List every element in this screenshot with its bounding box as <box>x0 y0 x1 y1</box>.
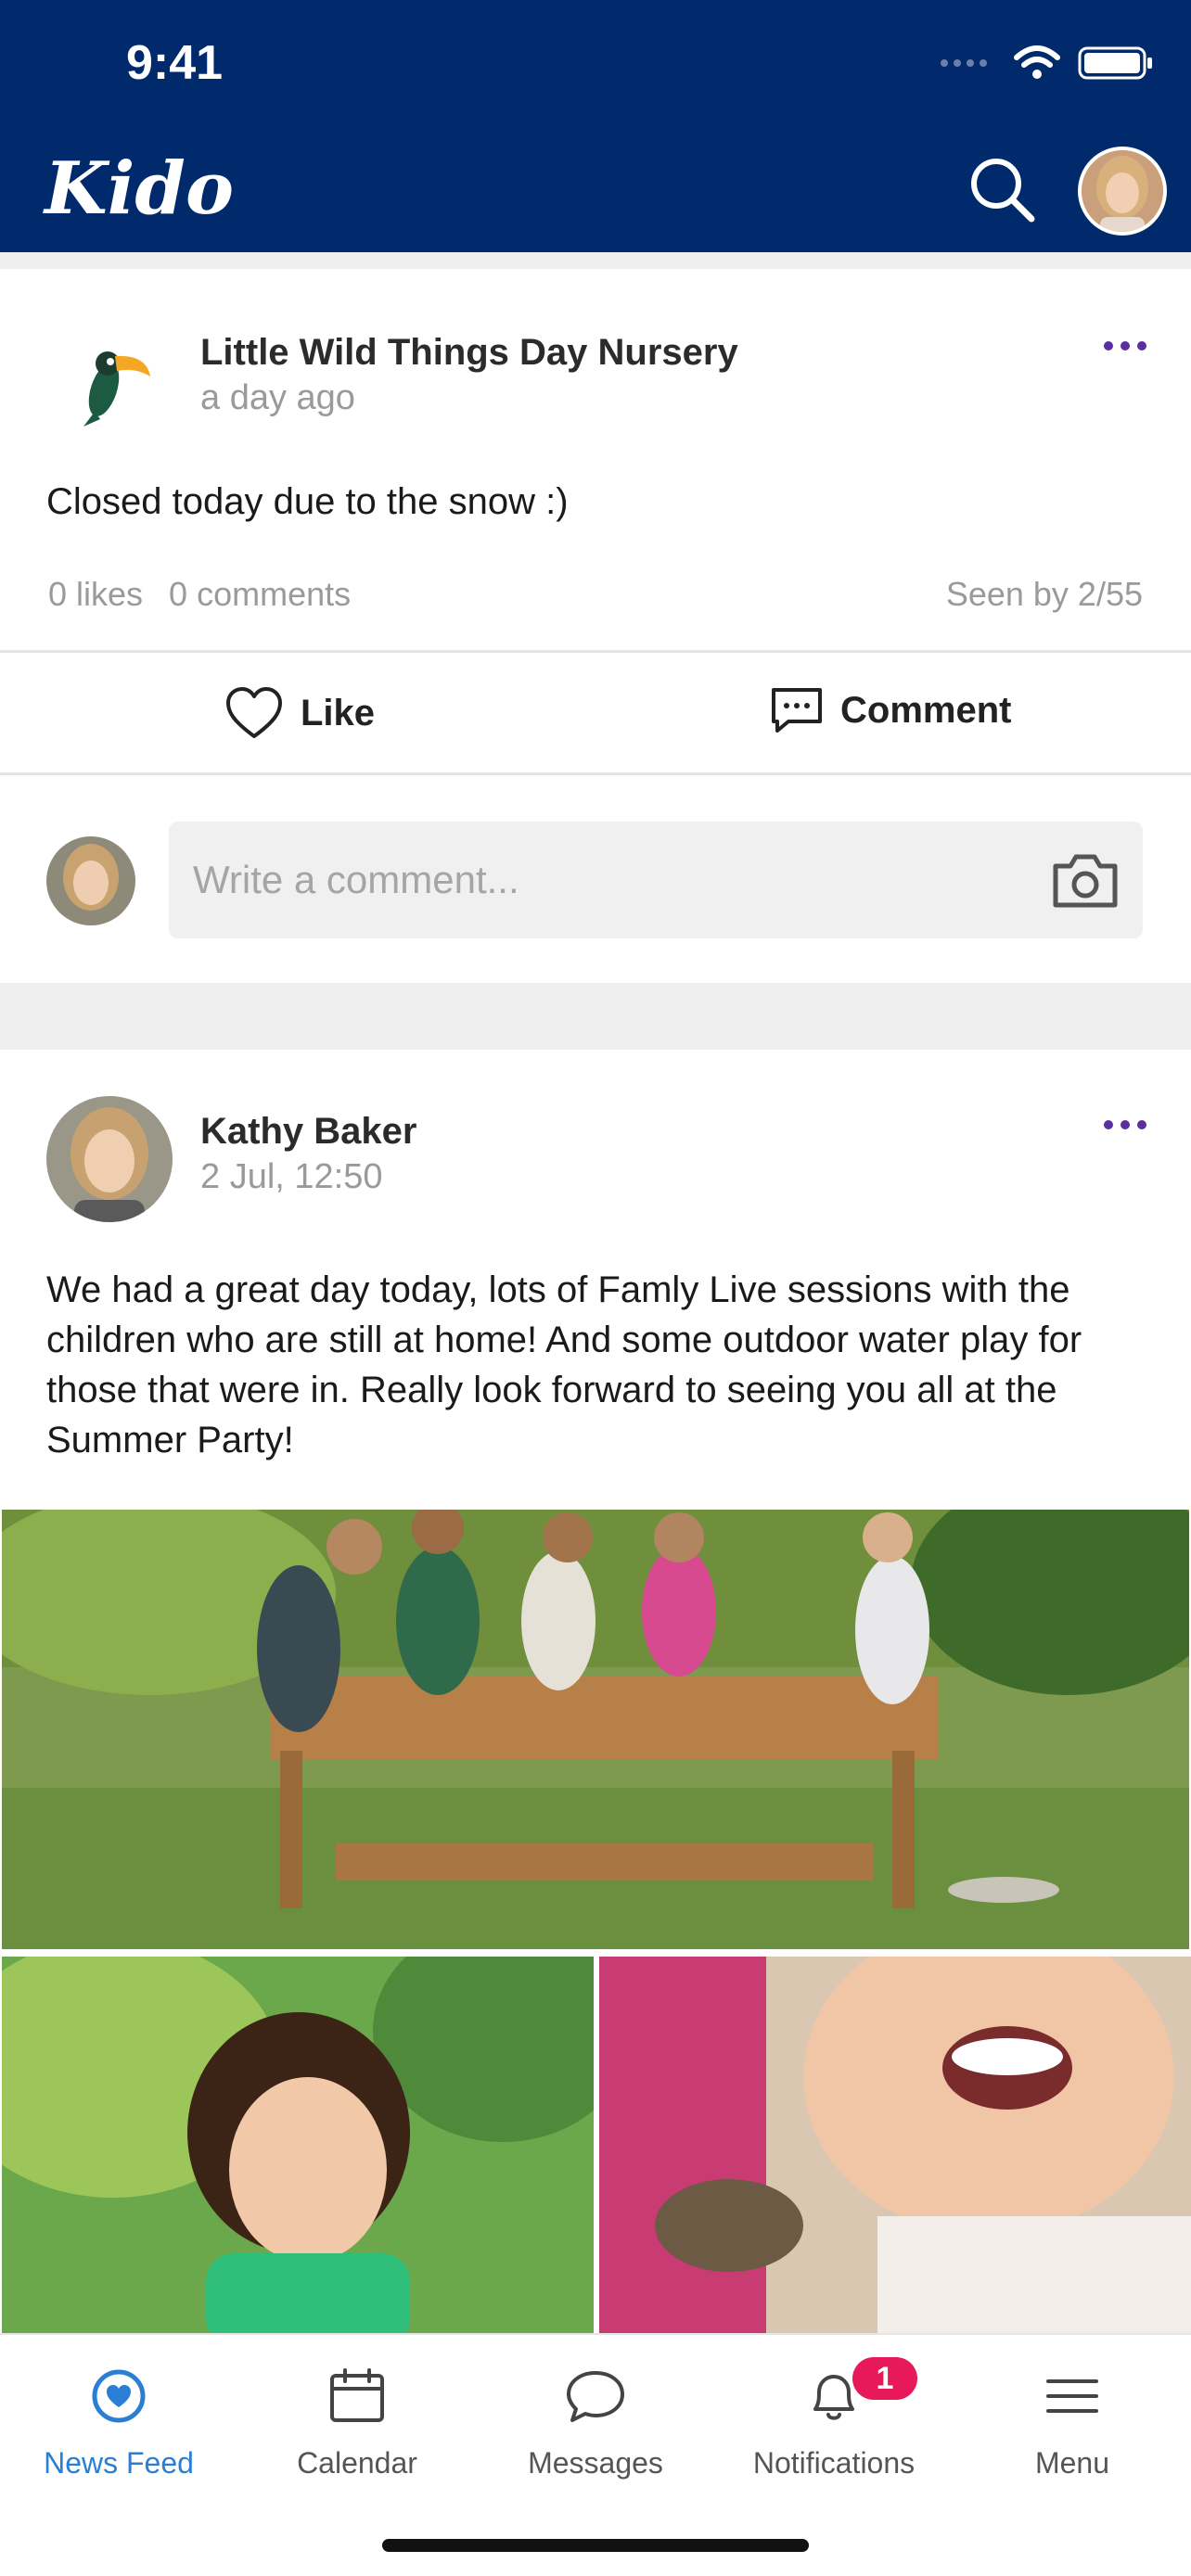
avatar-photo <box>46 1096 173 1222</box>
divider <box>0 772 1191 775</box>
post-author[interactable]: Kathy Baker <box>200 1111 416 1153</box>
search-icon <box>971 159 1035 223</box>
comment-icon <box>772 688 822 733</box>
comment-label: Comment <box>840 689 1012 731</box>
tab-calendar[interactable]: Calendar <box>238 2363 476 2480</box>
post-card: Kathy Baker 2 Jul, 12:50 We had a great … <box>0 1050 1191 2333</box>
post-photo[interactable] <box>2 1957 594 2333</box>
post-text: Closed today due to the snow :) <box>46 481 569 522</box>
status-time: 9:41 <box>126 36 224 90</box>
signal-icon <box>941 59 987 67</box>
search-button[interactable] <box>965 152 1039 226</box>
avatar-photo <box>46 836 135 925</box>
toddler-girl-photo <box>2 1957 594 2333</box>
heart-circle-icon <box>92 2369 146 2423</box>
author-avatar[interactable] <box>46 1096 173 1222</box>
camera-button[interactable] <box>1050 849 1121 911</box>
tab-messages[interactable]: Messages <box>477 2363 714 2480</box>
post-time: a day ago <box>200 378 355 417</box>
comment-box <box>169 822 1143 938</box>
post-author[interactable]: Little Wild Things Day Nursery <box>200 332 738 374</box>
profile-avatar[interactable] <box>1078 147 1167 236</box>
comment-input[interactable] <box>193 822 1009 938</box>
post-photo[interactable] <box>599 1957 1191 2333</box>
post-time: 2 Jul, 12:50 <box>200 1157 383 1196</box>
likes-count[interactable]: 0 likes <box>48 575 143 614</box>
more-dot <box>1104 1120 1113 1129</box>
app-header: 9:41 Kido <box>0 0 1191 252</box>
tab-label: Notifications <box>752 2446 916 2480</box>
calendar-icon <box>330 2368 384 2422</box>
tab-menu[interactable]: Menu <box>954 2363 1191 2480</box>
notification-badge: 1 <box>852 2357 917 2400</box>
more-dot <box>1137 1120 1146 1129</box>
tab-label: Calendar <box>297 2446 417 2480</box>
divider <box>0 650 1191 653</box>
tab-label: Messages <box>528 2446 663 2480</box>
seen-by[interactable]: Seen by 2/55 <box>946 575 1143 614</box>
chat-bubble-icon <box>567 2371 624 2422</box>
children-water-play-photo <box>2 1510 1189 1949</box>
my-avatar <box>46 836 135 925</box>
post-photo-main[interactable] <box>2 1510 1189 1949</box>
like-label: Like <box>301 692 376 733</box>
more-dot <box>1121 1120 1130 1129</box>
comments-count[interactable]: 0 comments <box>169 575 351 614</box>
avatar-photo <box>1082 150 1163 232</box>
post-stats: 0 likes 0 comments Seen by 2/55 <box>48 575 1143 614</box>
post-more-button[interactable] <box>1104 341 1146 351</box>
toucan-icon <box>46 323 173 449</box>
post-text: We had a great day today, lots of Famly … <box>46 1269 1082 1460</box>
laughing-boy-photo <box>599 1957 1191 2333</box>
post-card: Little Wild Things Day Nursery a day ago… <box>0 269 1191 983</box>
home-indicator <box>382 2539 809 2552</box>
post-more-button[interactable] <box>1104 1120 1146 1129</box>
battery-icon <box>1078 46 1152 80</box>
tab-notifications[interactable]: 1 Notifications <box>715 2357 953 2480</box>
more-dot <box>1121 341 1130 351</box>
like-button[interactable]: Like <box>224 686 375 740</box>
hamburger-icon <box>1046 2379 1098 2413</box>
kido-logo: Kido <box>45 147 234 231</box>
tab-label: Menu <box>1034 2446 1110 2480</box>
heart-icon <box>226 687 282 738</box>
camera-icon <box>1053 854 1118 908</box>
tab-label: News Feed <box>44 2446 194 2480</box>
tab-news-feed[interactable]: News Feed <box>0 2363 237 2480</box>
nursery-avatar[interactable] <box>46 323 173 449</box>
more-dot <box>1104 341 1113 351</box>
comment-button[interactable]: Comment <box>770 686 1011 734</box>
more-dot <box>1137 341 1146 351</box>
status-icons <box>939 45 1154 82</box>
wifi-icon <box>1014 45 1060 79</box>
